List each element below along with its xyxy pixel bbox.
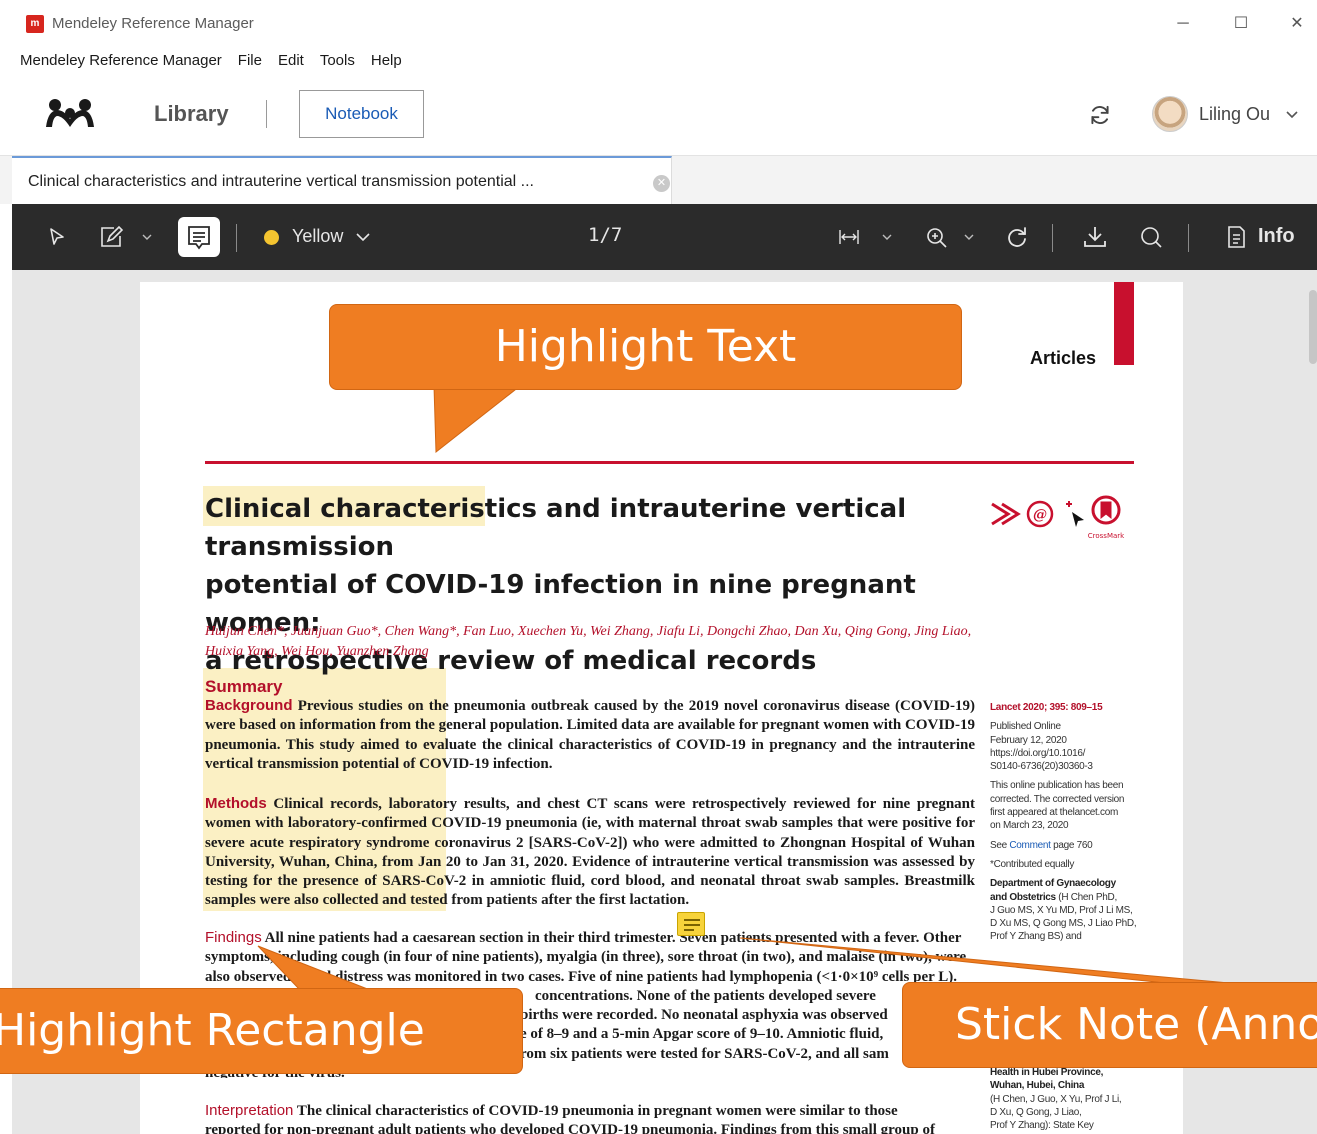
chevron-down-icon[interactable] — [1284, 106, 1300, 122]
note-comment-icon — [188, 226, 210, 250]
vertical-scrollbar[interactable] — [1309, 290, 1317, 364]
menu-app[interactable]: Mendeley Reference Manager — [20, 52, 222, 69]
user-name[interactable]: Liling Ou — [1199, 104, 1270, 125]
callout-highlight-text: Highlight Text — [329, 304, 962, 390]
svg-text:@: @ — [1033, 507, 1047, 523]
note-tool-button[interactable] — [178, 217, 220, 257]
section-label: Articles — [1030, 348, 1097, 368]
access-badges: @ CrossMark — [991, 495, 1125, 540]
document-tab-label: Clinical characteristics and intrauterin… — [28, 173, 534, 190]
menu-help[interactable]: Help — [371, 52, 402, 69]
svg-text:CrossMark: CrossMark — [1088, 532, 1125, 540]
background-paragraph: Background Previous studies on the pneum… — [205, 697, 975, 772]
toolbar-divider — [236, 224, 237, 252]
close-icon[interactable]: ✕ — [653, 175, 670, 192]
interpretation-paragraph: Interpretation The clinical characterist… — [205, 1102, 935, 1134]
chevron-down-icon[interactable] — [355, 224, 371, 250]
menu-edit[interactable]: Edit — [278, 52, 304, 69]
title-highlighted-text[interactable]: Clinical characteristics — [205, 494, 537, 524]
mendeley-logo[interactable] — [44, 97, 96, 131]
select-pointer-icon[interactable] — [46, 224, 68, 250]
user-avatar[interactable] — [1152, 96, 1188, 132]
affiliation-metadata: Health in Hubei Province, Wuhan, Hubei, … — [990, 1067, 1122, 1132]
window-title: Mendeley Reference Manager — [52, 15, 254, 32]
app-header: Library Notebook Liling Ou — [0, 74, 1317, 156]
draw-shape-icon[interactable] — [98, 224, 128, 250]
minimize-button[interactable]: ─ — [1160, 10, 1206, 38]
fit-width-icon[interactable] — [836, 224, 862, 250]
author-list: Huijun Chen*, Juanjuan Guo*, Chen Wang*,… — [205, 624, 972, 659]
close-window-button[interactable]: ✕ — [1277, 10, 1317, 38]
chevron-down-icon[interactable] — [140, 224, 154, 250]
journal-section-bar — [1114, 282, 1134, 365]
chevron-down-icon[interactable] — [962, 224, 976, 250]
color-swatch — [264, 230, 279, 245]
info-button[interactable]: Info — [1258, 225, 1295, 248]
document-tab[interactable]: Clinical characteristics and intrauterin… — [12, 156, 672, 204]
app-icon: m — [26, 15, 44, 33]
comment-link[interactable]: Comment — [1009, 840, 1051, 851]
window-titlebar: m Mendeley Reference Manager ─ ☐ ✕ — [0, 0, 1317, 46]
chevron-down-icon[interactable] — [880, 224, 894, 250]
pdf-toolbar: Yellow 1/7 Info — [12, 204, 1317, 270]
library-tab[interactable]: Library — [154, 101, 229, 127]
article-metadata: Lancet 2020; 395: 809–15 Published Onlin… — [990, 702, 1137, 943]
maximize-button[interactable]: ☐ — [1218, 10, 1264, 38]
document-tab-strip: Clinical characteristics and intrauterin… — [0, 156, 1317, 204]
callout-sticky-note: Stick Note (Anno — [902, 982, 1317, 1068]
notebook-button[interactable]: Notebook — [299, 90, 424, 138]
header-divider — [266, 100, 267, 128]
methods-paragraph: Methods Clinical records, laboratory res… — [205, 795, 975, 909]
zoom-in-icon[interactable] — [924, 224, 950, 250]
callout-highlight-rectangle: Highlight Rectangle — [0, 988, 523, 1074]
summary-heading: Summary — [205, 677, 283, 696]
rotate-icon[interactable] — [1004, 224, 1030, 250]
sticky-note-icon[interactable] — [677, 912, 705, 936]
header-rule — [205, 461, 1134, 464]
toolbar-divider — [1052, 224, 1053, 252]
highlight-color-select[interactable]: Yellow — [292, 226, 343, 247]
menu-bar: Mendeley Reference Manager File Edit Too… — [0, 46, 1317, 74]
menu-tools[interactable]: Tools — [320, 52, 355, 69]
info-icon[interactable] — [1224, 224, 1248, 250]
search-icon[interactable] — [1138, 224, 1164, 250]
toolbar-divider — [1188, 224, 1189, 252]
page-indicator[interactable]: 1/7 — [588, 224, 622, 246]
sync-icon[interactable] — [1087, 102, 1113, 128]
menu-file[interactable]: File — [238, 52, 262, 69]
download-icon[interactable] — [1082, 224, 1108, 250]
